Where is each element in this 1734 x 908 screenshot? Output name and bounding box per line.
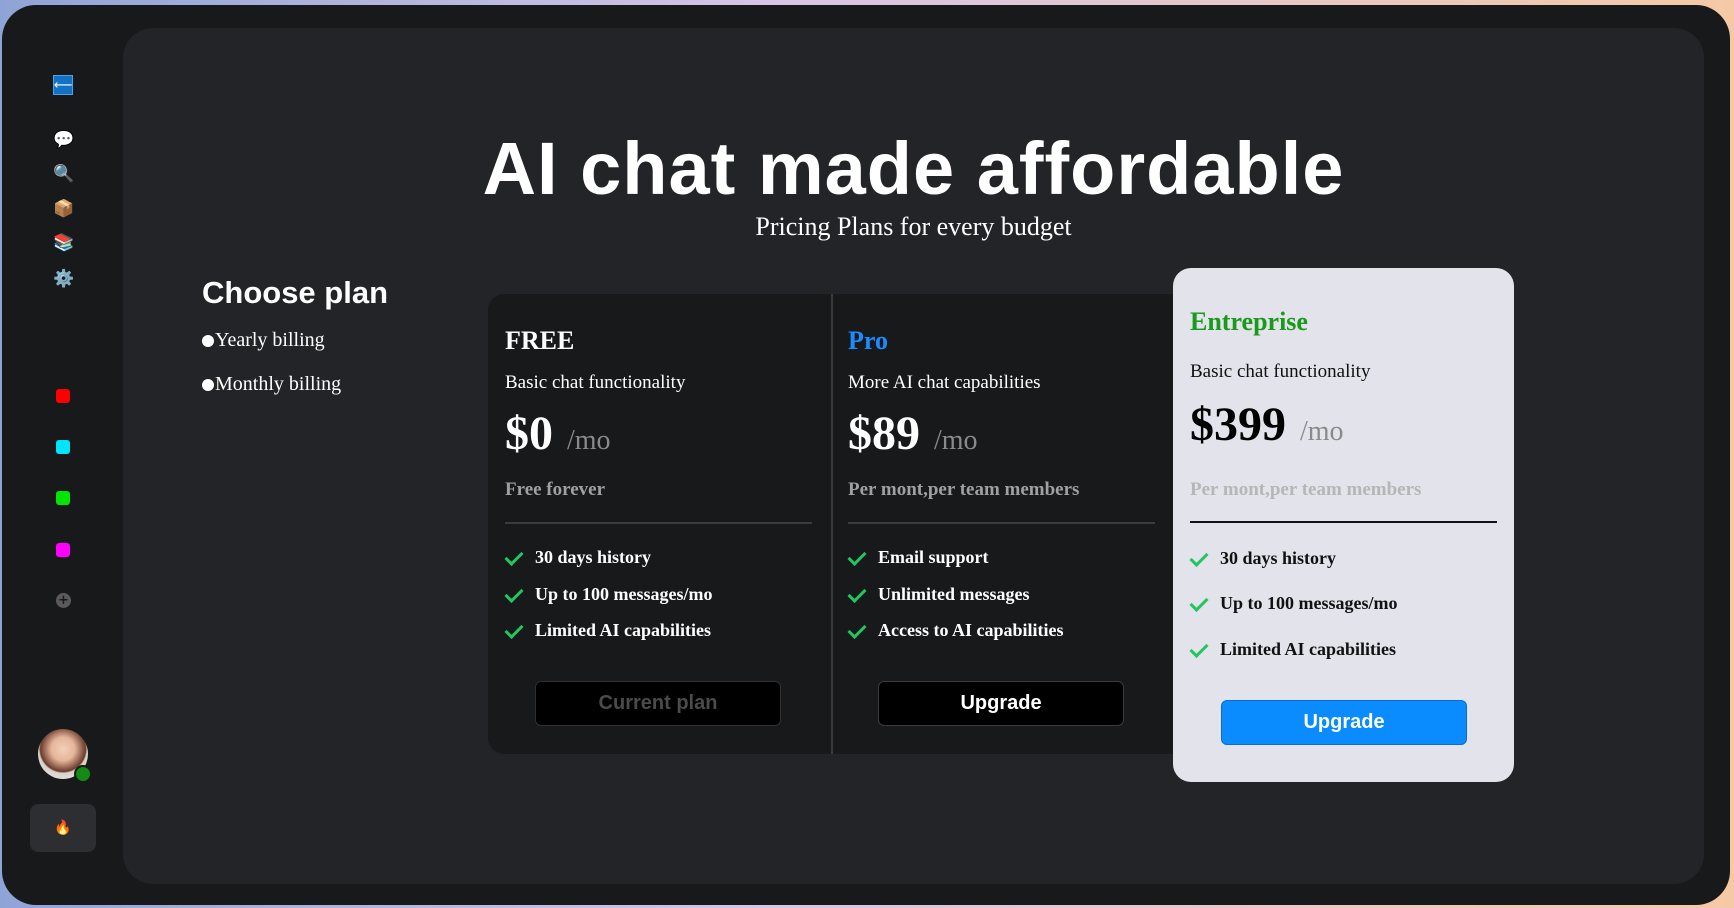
price-row: $0 /mo: [505, 406, 611, 461]
package-icon[interactable]: 📦: [52, 197, 76, 221]
feature-item: 30 days history: [505, 547, 651, 568]
price-row: $399 /mo: [1190, 397, 1344, 452]
check-icon: [848, 624, 870, 638]
feature-item: Access to AI capabilities: [848, 620, 1063, 641]
price-period: /mo: [934, 425, 978, 456]
plan-separator: [848, 522, 1155, 524]
app-window: ⟵ 💬 🔍 📦 📚 ⚙️ + 🔥 AI chat made affordable…: [2, 5, 1730, 905]
color-tag-red[interactable]: [56, 389, 70, 403]
current-plan-button[interactable]: Current plan: [535, 681, 781, 726]
plan-description: More AI chat capabilities: [848, 372, 1041, 393]
plan-price: $89: [848, 407, 920, 460]
plan-separator: [1190, 521, 1497, 523]
check-icon: [1190, 597, 1212, 611]
upgrade-enterprise-button[interactable]: Upgrade: [1221, 700, 1467, 745]
plan-card-enterprise: Entreprise Basic chat functionality $399…: [1173, 268, 1514, 782]
plan-card-pro: Pro More AI chat capabilities $89 /mo Pe…: [831, 294, 1171, 754]
feature-label: Up to 100 messages/mo: [1220, 593, 1398, 613]
feature-label: Limited AI capabilities: [1220, 639, 1397, 659]
plan-name: Entreprise: [1190, 307, 1308, 336]
main-panel: AI chat made affordable Pricing Plans fo…: [123, 28, 1704, 884]
online-status-indicator: [74, 765, 92, 783]
check-icon: [505, 588, 527, 602]
chat-icon[interactable]: 💬: [52, 128, 76, 152]
billing-option-label: Yearly billing: [215, 329, 325, 351]
plan-card-free: FREE Basic chat functionality $0 /mo Fre…: [488, 294, 828, 754]
upgrade-pro-button[interactable]: Upgrade: [878, 681, 1124, 726]
plan-note: Free forever: [505, 479, 606, 500]
plan-name: FREE: [505, 326, 575, 355]
sidebar: ⟵ 💬 🔍 📦 📚 ⚙️ + 🔥: [2, 5, 122, 905]
plan-price: $0: [505, 407, 553, 460]
feature-label: Limited AI capabilities: [535, 620, 712, 640]
color-tag-green[interactable]: [56, 491, 70, 505]
feature-item: Up to 100 messages/mo: [1190, 593, 1398, 614]
choose-plan-heading: Choose plan: [202, 275, 389, 310]
yearly-billing-radio[interactable]: Yearly billing: [202, 329, 325, 352]
plan-price: $399: [1190, 398, 1286, 451]
color-tag-magenta[interactable]: [56, 543, 70, 557]
feature-label: Up to 100 messages/mo: [535, 584, 713, 604]
feature-item: 30 days history: [1190, 548, 1336, 569]
feature-label: Email support: [878, 547, 989, 567]
check-icon: [1190, 643, 1212, 657]
check-icon: [848, 588, 870, 602]
gear-icon[interactable]: ⚙️: [52, 267, 76, 291]
feature-item: Email support: [848, 547, 989, 568]
search-icon[interactable]: 🔍: [52, 162, 76, 186]
fire-button[interactable]: 🔥: [30, 804, 96, 852]
radio-icon: [202, 334, 214, 347]
plan-separator: [505, 522, 812, 524]
price-period: /mo: [567, 425, 611, 456]
plan-name: Pro: [848, 326, 888, 355]
feature-label: Access to AI capabilities: [878, 620, 1064, 640]
plans-container: FREE Basic chat functionality $0 /mo Fre…: [488, 294, 1188, 754]
feature-label: 30 days history: [535, 547, 652, 567]
fire-icon: 🔥: [54, 820, 72, 836]
feature-item: Unlimited messages: [848, 584, 1030, 605]
radio-icon: [202, 378, 214, 391]
feature-label: 30 days history: [1220, 548, 1337, 568]
color-tag-cyan[interactable]: [56, 440, 70, 454]
user-avatar[interactable]: [38, 729, 92, 783]
plan-note: Per mont,per team members: [1190, 479, 1422, 500]
page-title: AI chat made affordable: [482, 127, 1345, 210]
plan-description: Basic chat functionality: [505, 372, 686, 393]
add-tag-icon[interactable]: +: [56, 593, 71, 608]
price-row: $89 /mo: [848, 406, 978, 461]
page-subtitle: Pricing Plans for every budget: [755, 212, 1072, 241]
collapse-sidebar-icon[interactable]: ⟵: [53, 75, 73, 95]
monthly-billing-radio[interactable]: Monthly billing: [202, 373, 341, 396]
check-icon: [848, 551, 870, 565]
plan-note: Per mont,per team members: [848, 479, 1080, 500]
check-icon: [505, 624, 527, 638]
plan-description: Basic chat functionality: [1190, 361, 1371, 382]
feature-item: Up to 100 messages/mo: [505, 584, 713, 605]
feature-label: Unlimited messages: [878, 584, 1030, 604]
check-icon: [505, 551, 527, 565]
feature-item: Limited AI capabilities: [1190, 639, 1396, 660]
feature-item: Limited AI capabilities: [505, 620, 711, 641]
price-period: /mo: [1300, 416, 1344, 447]
check-icon: [1190, 552, 1212, 566]
books-icon[interactable]: 📚: [52, 231, 76, 255]
billing-option-label: Monthly billing: [215, 373, 342, 395]
